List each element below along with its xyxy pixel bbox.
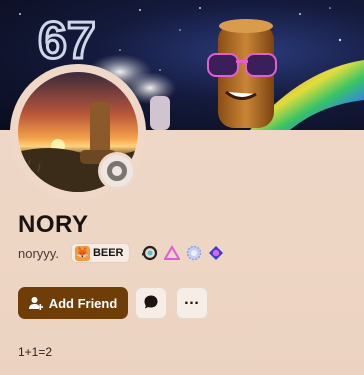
fox-icon: 🦊 xyxy=(74,245,90,261)
clan-tag[interactable]: 🦊 BEER xyxy=(70,243,130,263)
hypesquad-balance-badge-icon[interactable] xyxy=(140,245,158,261)
add-friend-button[interactable]: Add Friend xyxy=(18,287,128,319)
status-offline-icon xyxy=(101,155,133,187)
quest-badge-icon[interactable] xyxy=(186,245,202,261)
bio-text: 1+1=2 xyxy=(18,345,53,359)
handle-row: noryyy. 🦊 BEER xyxy=(18,243,230,263)
add-friend-label: Add Friend xyxy=(48,295,118,311)
display-name: NORY xyxy=(18,211,89,238)
add-user-icon xyxy=(28,296,43,310)
more-options-button[interactable]: … xyxy=(176,287,208,319)
username: noryyy. xyxy=(18,245,59,261)
badge-list xyxy=(140,245,230,261)
banner-art-text: 67 xyxy=(38,12,96,70)
clan-tag-label: BEER xyxy=(92,247,124,259)
orb-badge-icon[interactable] xyxy=(208,245,224,261)
triangle-badge-icon[interactable] xyxy=(162,245,181,261)
profile-card: 67 NORY noryyy. 🦊 BEER Add Friend … 1+1=… xyxy=(0,0,364,375)
message-button[interactable] xyxy=(135,287,167,319)
ellipsis-icon: … xyxy=(183,291,201,308)
chat-bubble-icon xyxy=(143,294,159,313)
